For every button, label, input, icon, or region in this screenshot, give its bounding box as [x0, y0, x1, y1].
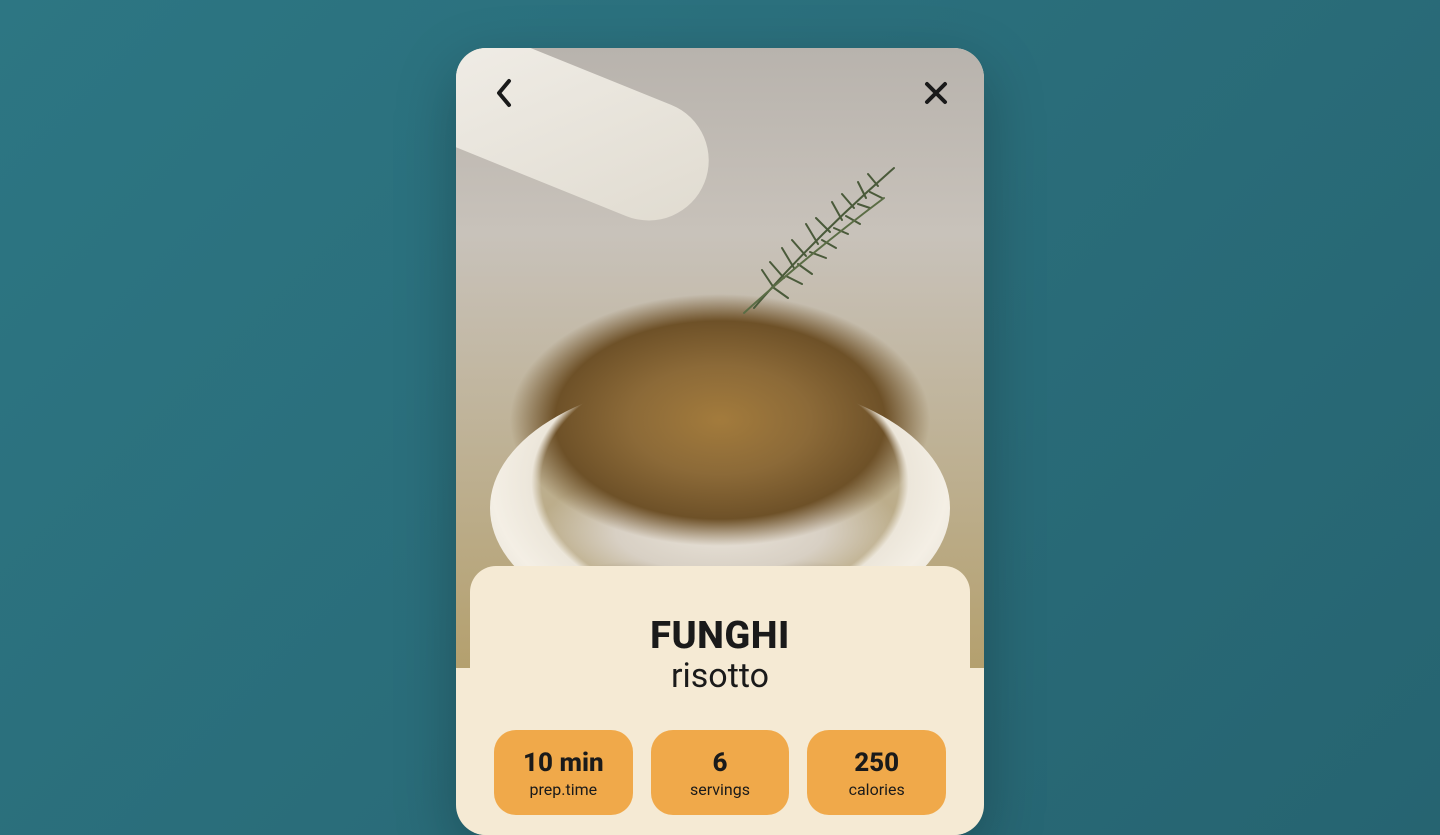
stat-label: calories — [815, 780, 938, 799]
stats-row: 10 min prep.time 6 servings 250 calories — [494, 730, 946, 815]
stat-label: servings — [659, 780, 782, 799]
close-button[interactable] — [916, 73, 956, 113]
stat-label: prep.time — [502, 780, 625, 799]
stat-value: 250 — [815, 748, 938, 778]
close-icon — [923, 80, 949, 106]
details-sheet: FUNGHI risotto 10 min prep.time 6 servin… — [470, 566, 970, 835]
top-bar — [456, 48, 984, 138]
rosemary-garnish — [734, 158, 914, 318]
stat-servings[interactable]: 6 servings — [651, 730, 790, 815]
back-button[interactable] — [484, 73, 524, 113]
stat-prep-time[interactable]: 10 min prep.time — [494, 730, 633, 815]
chevron-left-icon — [494, 77, 514, 109]
stat-calories[interactable]: 250 calories — [807, 730, 946, 815]
stat-value: 6 — [659, 748, 782, 778]
stat-value: 10 min — [502, 748, 625, 778]
recipe-subtitle: risotto — [494, 656, 946, 696]
recipe-card: FUNGHI risotto 10 min prep.time 6 servin… — [456, 48, 984, 835]
recipe-title: FUNGHI — [494, 614, 946, 658]
